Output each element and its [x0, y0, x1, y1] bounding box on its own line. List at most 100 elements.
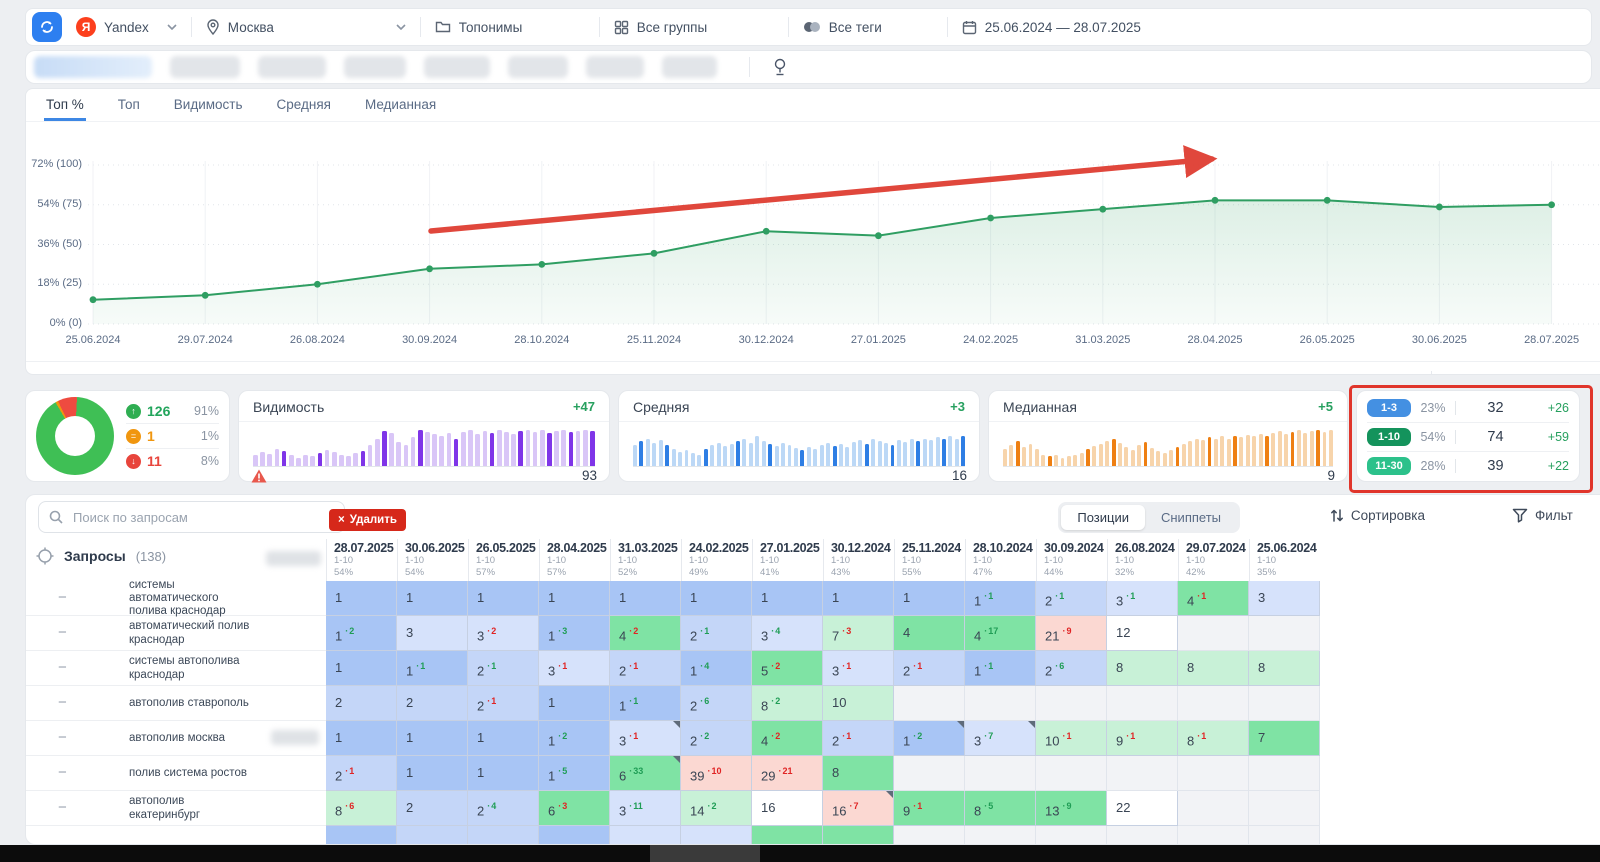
position-cell[interactable]: 11: [610, 686, 681, 721]
position-cell[interactable]: 13: [539, 616, 610, 651]
position-cell[interactable]: 21: [468, 686, 539, 721]
positions-summary-row-1-3[interactable]: 1-323%32+26: [1367, 394, 1569, 423]
search-box[interactable]: [38, 501, 345, 533]
position-cell[interactable]: 34: [752, 616, 823, 651]
project-pill[interactable]: [662, 56, 717, 78]
project-pill[interactable]: [508, 56, 568, 78]
position-cell[interactable]: [1249, 826, 1320, 845]
refresh-button[interactable]: [32, 12, 62, 42]
position-cell[interactable]: 21: [823, 721, 894, 756]
position-cell[interactable]: 1: [752, 581, 823, 616]
position-cell[interactable]: 1: [397, 721, 468, 756]
position-cell[interactable]: [1036, 756, 1107, 791]
column-header-30.06.2025[interactable]: 30.06.20251-1054%: [397, 539, 468, 581]
group-selector[interactable]: Топонимы: [435, 20, 585, 35]
position-cell[interactable]: 2: [397, 791, 468, 826]
position-cell[interactable]: 2921: [752, 756, 823, 791]
positions-summary-row-1-10[interactable]: 1-1054%74+59: [1367, 423, 1569, 452]
tab-1[interactable]: Топ: [116, 90, 142, 121]
position-cell[interactable]: [1249, 616, 1320, 651]
position-cell[interactable]: 52: [752, 651, 823, 686]
position-cell[interactable]: [1178, 616, 1249, 651]
position-cell[interactable]: 31: [1107, 581, 1178, 616]
toggle-Сниппеты[interactable]: Сниппеты: [1145, 505, 1237, 530]
position-cell[interactable]: 26: [681, 686, 752, 721]
position-cell[interactable]: [681, 826, 752, 845]
position-cell[interactable]: 167: [823, 791, 894, 826]
position-cell[interactable]: 4: [894, 616, 965, 651]
position-cell[interactable]: 21: [610, 651, 681, 686]
column-header-24.02.2025[interactable]: 24.02.20251-1049%: [681, 539, 752, 581]
column-header-28.07.2025[interactable]: 28.07.20251-1054%: [326, 539, 397, 581]
position-cell[interactable]: 139: [1036, 791, 1107, 826]
position-cell[interactable]: 41: [1178, 581, 1249, 616]
position-cell[interactable]: [1107, 686, 1178, 721]
project-pill[interactable]: [258, 56, 326, 78]
sort-button[interactable]: Сортировка: [1330, 508, 1425, 523]
position-cell[interactable]: 12: [326, 616, 397, 651]
position-cell[interactable]: [326, 826, 397, 845]
position-cell[interactable]: 1: [894, 581, 965, 616]
position-cell[interactable]: 22: [1107, 791, 1178, 826]
position-cell[interactable]: 1: [397, 581, 468, 616]
position-cell[interactable]: [894, 686, 965, 721]
position-cell[interactable]: [1036, 686, 1107, 721]
position-cell[interactable]: 8: [823, 756, 894, 791]
position-cell[interactable]: [397, 826, 468, 845]
position-cell[interactable]: 21: [1036, 581, 1107, 616]
position-cell[interactable]: 22: [681, 721, 752, 756]
position-cell[interactable]: [965, 826, 1036, 845]
position-cell[interactable]: [894, 756, 965, 791]
top-percent-chart[interactable]: [26, 121, 1600, 331]
position-cell[interactable]: 1: [326, 581, 397, 616]
remove-row-button[interactable]: −: [58, 764, 67, 781]
column-header-28.10.2024[interactable]: 28.10.20241-1047%: [965, 539, 1036, 581]
position-cell[interactable]: 16: [752, 791, 823, 826]
position-cell[interactable]: 1: [539, 581, 610, 616]
trophy-icon[interactable]: [772, 58, 788, 76]
position-cell[interactable]: 31: [539, 651, 610, 686]
position-cell[interactable]: 1: [397, 756, 468, 791]
position-cell[interactable]: 8: [1107, 651, 1178, 686]
position-cell[interactable]: 42: [610, 616, 681, 651]
positions-summary-row-11-30[interactable]: 11-3028%39+22: [1367, 452, 1569, 480]
position-cell[interactable]: [1107, 756, 1178, 791]
position-cell[interactable]: 1: [326, 721, 397, 756]
position-cell[interactable]: 10: [823, 686, 894, 721]
position-cell[interactable]: 31: [610, 721, 681, 756]
position-cell[interactable]: 21: [894, 651, 965, 686]
column-header-27.01.2025[interactable]: 27.01.20251-1041%: [752, 539, 823, 581]
remove-row-button[interactable]: −: [58, 694, 67, 711]
position-cell[interactable]: 101: [1036, 721, 1107, 756]
position-cell[interactable]: 32: [468, 616, 539, 651]
position-cell[interactable]: 11: [965, 651, 1036, 686]
column-header-26.08.2024[interactable]: 26.08.20241-1032%: [1107, 539, 1178, 581]
column-header-29.07.2024[interactable]: 29.07.20241-1042%: [1178, 539, 1249, 581]
position-cell[interactable]: 1: [823, 581, 894, 616]
remove-row-button[interactable]: −: [58, 589, 67, 606]
position-cell[interactable]: [610, 826, 681, 845]
column-header-30.09.2024[interactable]: 30.09.20241-1044%: [1036, 539, 1107, 581]
position-cell[interactable]: [823, 826, 894, 845]
groups-filter[interactable]: Все группы: [614, 20, 774, 35]
position-cell[interactable]: 21: [468, 651, 539, 686]
filter-button[interactable]: Фильт: [1512, 508, 1592, 523]
position-cell[interactable]: [1249, 756, 1320, 791]
position-cell[interactable]: 417: [965, 616, 1036, 651]
position-cell[interactable]: 8: [1178, 651, 1249, 686]
query-text[interactable]: автоматический полив краснодар: [129, 616, 257, 651]
column-header-25.06.2024[interactable]: 25.06.20241-1035%: [1249, 539, 1320, 581]
position-cell[interactable]: 142: [681, 791, 752, 826]
query-text[interactable]: автополив москва: [129, 721, 257, 756]
position-cell[interactable]: 11: [965, 581, 1036, 616]
position-cell[interactable]: 3910: [681, 756, 752, 791]
position-cell[interactable]: [1178, 686, 1249, 721]
position-cell[interactable]: 1: [468, 581, 539, 616]
query-text[interactable]: автополив екатеринбург: [129, 791, 257, 826]
order-link[interactable]: → Поряд: [1523, 373, 1582, 375]
position-cell[interactable]: 37: [965, 721, 1036, 756]
remove-row-button[interactable]: −: [58, 729, 67, 746]
position-cell[interactable]: 3: [397, 616, 468, 651]
position-cell[interactable]: [1178, 756, 1249, 791]
query-text[interactable]: автополив ставрополь: [129, 686, 257, 721]
